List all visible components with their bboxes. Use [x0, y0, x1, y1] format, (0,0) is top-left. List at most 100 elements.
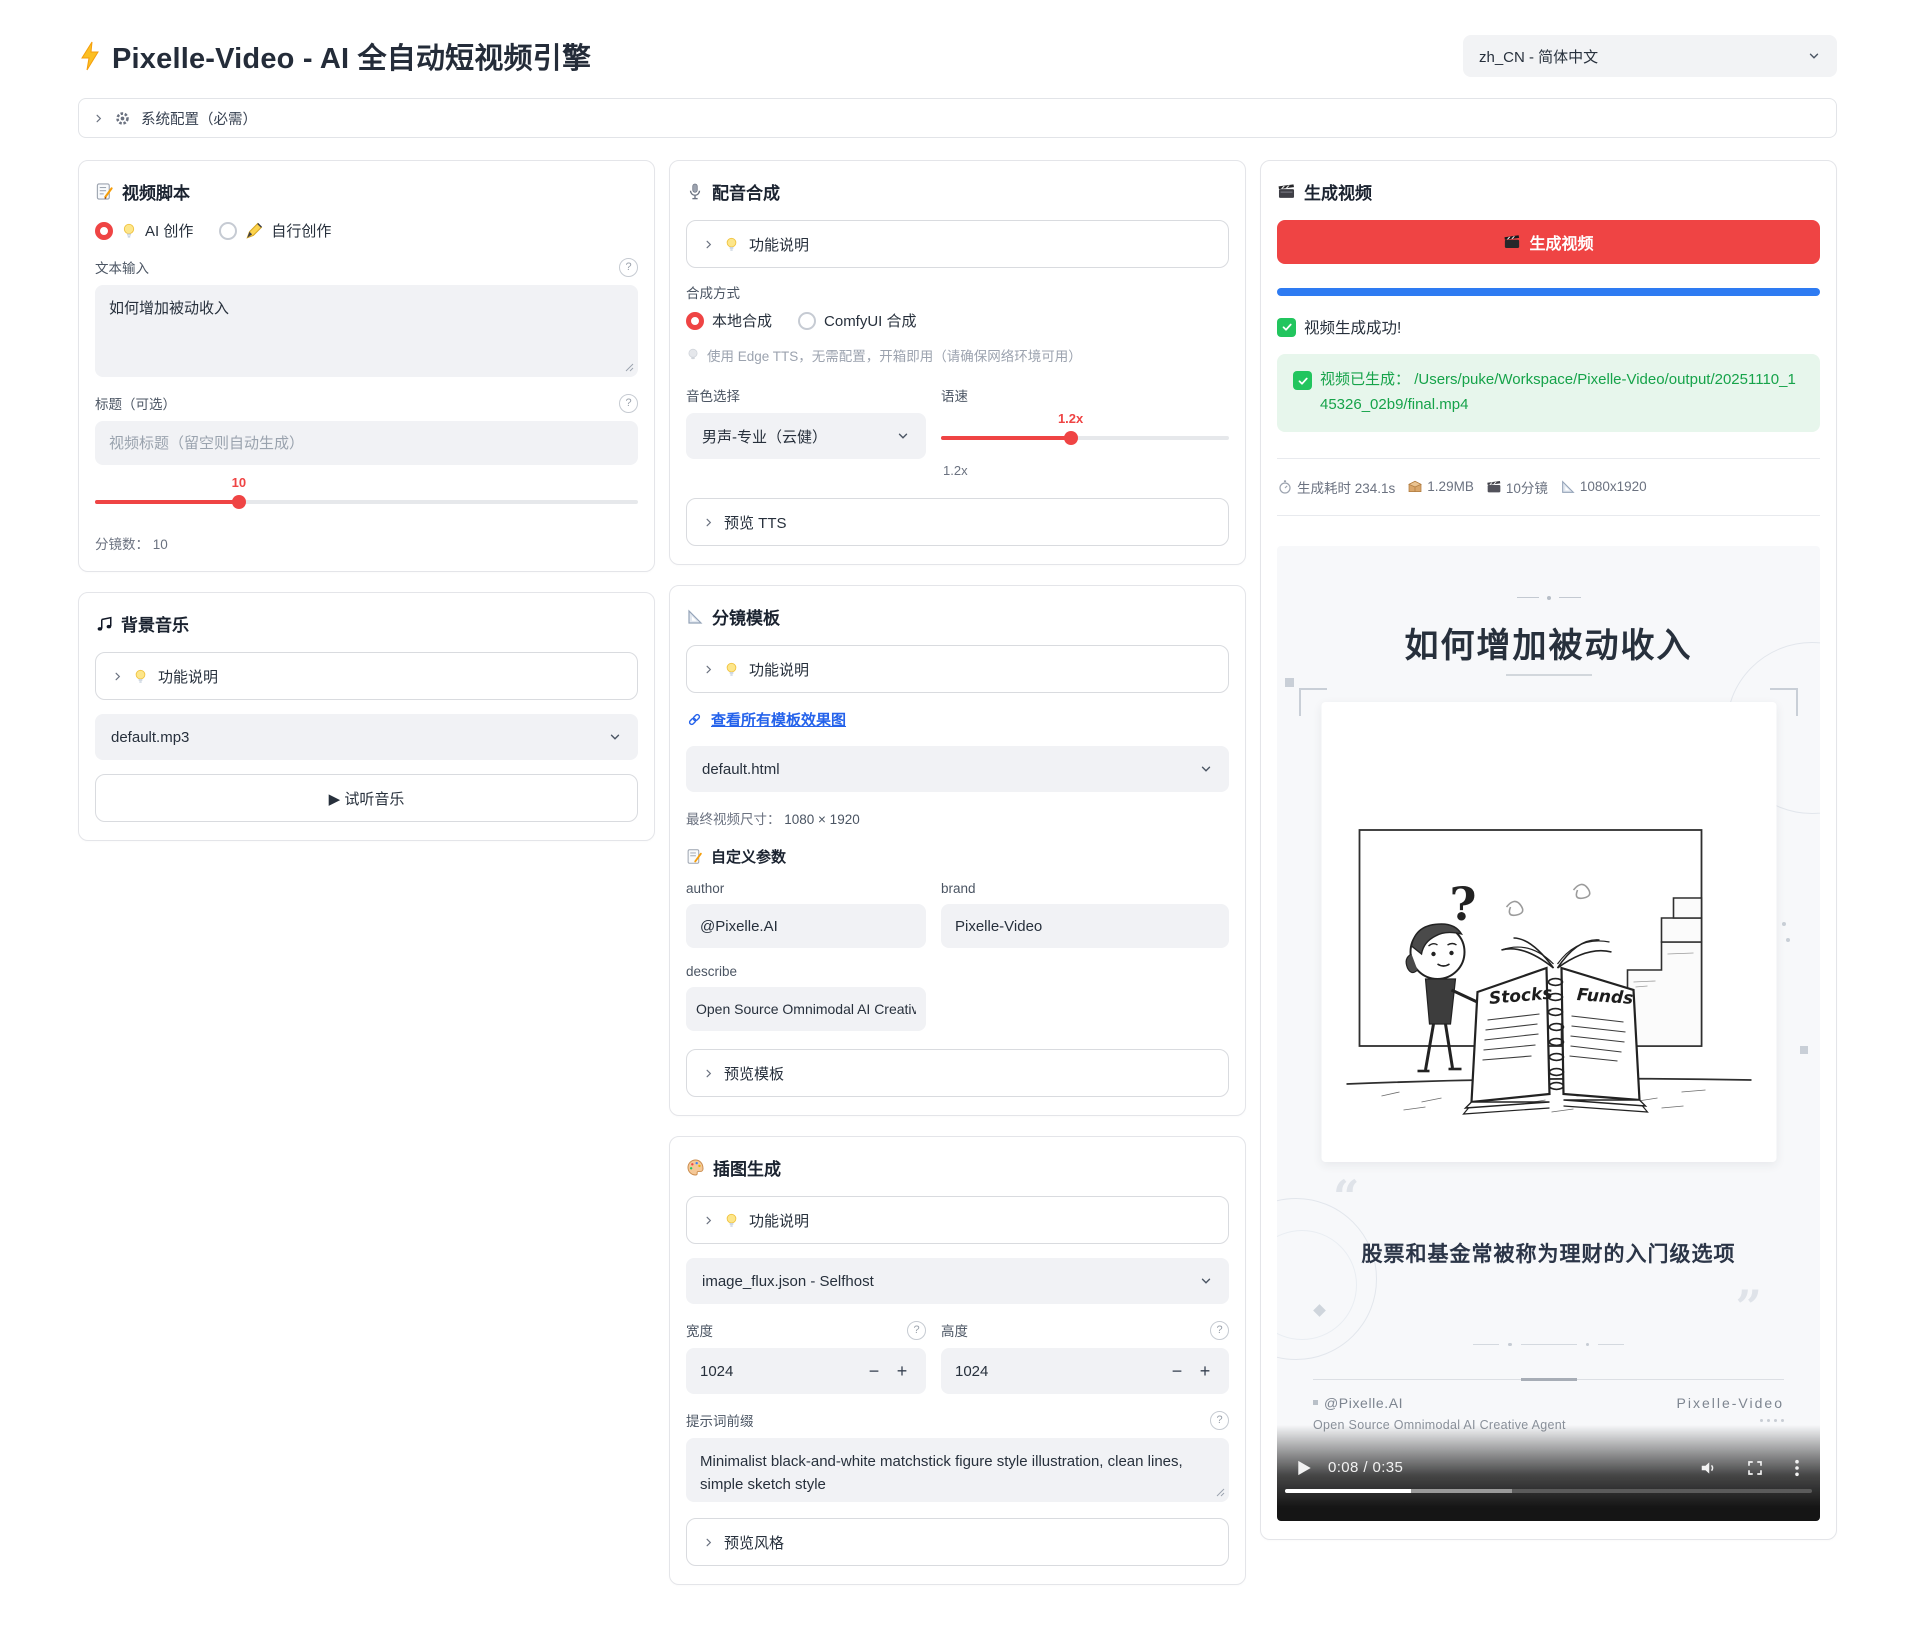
video-title-underline: [1506, 674, 1592, 676]
check-icon: [1293, 371, 1312, 390]
music-help-accordion[interactable]: 功能说明: [95, 652, 638, 700]
help-icon[interactable]: ?: [619, 394, 638, 413]
video-title-input[interactable]: [95, 421, 638, 465]
title-input-label-row: 标题（可选） ?: [95, 393, 638, 413]
height-stepper[interactable]: 1024 − +: [941, 1348, 1229, 1394]
generation-stats: 生成耗时 234.1s 1.29MB 10分镜 1080x1920: [1277, 477, 1820, 497]
resize-grip-icon[interactable]: [625, 363, 634, 372]
script-text-input[interactable]: 如何增加被动收入: [95, 285, 638, 377]
describe-input[interactable]: [686, 987, 926, 1031]
video-brand: Pixelle-Video: [1677, 1395, 1784, 1411]
brand-input[interactable]: [941, 904, 1229, 948]
dot-ornament: [1782, 922, 1786, 926]
template-preview-accordion[interactable]: 预览模板: [686, 1049, 1229, 1097]
increment-button[interactable]: +: [1191, 1361, 1219, 1382]
custom-params-title: 自定义参数: [686, 846, 1229, 867]
decrement-button[interactable]: −: [1163, 1361, 1191, 1382]
image-help-accordion[interactable]: 功能说明: [686, 1196, 1229, 1244]
app-title: Pixelle-Video - AI 全自动短视频引擎: [78, 35, 591, 77]
decrement-button[interactable]: −: [860, 1361, 888, 1382]
middle-column: 配音合成 功能说明 合成方式 本地合成 ComfyUI 合成: [669, 160, 1246, 1585]
video-player[interactable]: 如何增加被动收入: [1277, 546, 1820, 1521]
language-value: zh_CN - 简体中文: [1479, 46, 1598, 67]
chevron-right-icon: [703, 1068, 714, 1079]
template-gallery-link[interactable]: 查看所有模板效果图: [711, 709, 846, 730]
image-workflow-select[interactable]: image_flux.json - Selfhost: [686, 1258, 1229, 1304]
app-page: Pixelle-Video - AI 全自动短视频引擎 zh_CN - 简体中文…: [0, 0, 1915, 1585]
volume-icon[interactable]: [1699, 1459, 1718, 1477]
resize-grip-icon[interactable]: [1216, 1488, 1225, 1497]
generate-video-button[interactable]: 生成视频: [1277, 220, 1820, 264]
width-label: 宽度: [686, 1320, 713, 1340]
help-icon[interactable]: ?: [907, 1321, 926, 1340]
chevron-down-icon: [1807, 49, 1821, 63]
radio-unselected-icon[interactable]: [798, 312, 816, 330]
radio-unselected-icon[interactable]: [219, 222, 237, 240]
radio-comfyui-tts[interactable]: ComfyUI 合成: [798, 310, 917, 331]
slider-track[interactable]: [941, 436, 1229, 440]
palette-icon: [686, 1158, 705, 1177]
video-progress-bar[interactable]: [1285, 1489, 1812, 1493]
tts-panel: 配音合成 功能说明 合成方式 本地合成 ComfyUI 合成: [669, 160, 1246, 565]
dots-ornament: [1677, 1419, 1784, 1422]
memo-icon: [686, 848, 703, 865]
music-file-select[interactable]: default.mp3: [95, 714, 638, 760]
chevron-right-icon: [703, 517, 714, 528]
music-panel-title: 背景音乐: [95, 611, 638, 636]
tts-panel-title: 配音合成: [686, 179, 1229, 204]
bulb-icon: [724, 661, 739, 678]
language-selector[interactable]: zh_CN - 简体中文: [1463, 35, 1837, 77]
bulb-icon: [121, 222, 137, 240]
chevron-right-icon: [93, 113, 104, 124]
system-config-accordion[interactable]: 系统配置（必需）: [78, 98, 1837, 138]
increment-button[interactable]: +: [888, 1361, 916, 1382]
play-icon[interactable]: [1297, 1460, 1312, 1476]
text-input-label: 文本输入: [95, 257, 149, 277]
help-icon[interactable]: ?: [1210, 1321, 1229, 1340]
right-column: 生成视频 生成视频 视频生成成功! 视频已生成： /Users/puke/Wor…: [1260, 160, 1837, 1540]
svg-text:?: ?: [1449, 877, 1476, 931]
shot-count-slider[interactable]: 10: [95, 495, 638, 509]
image-panel: 插图生成 功能说明 image_flux.json - Selfhost 宽度?…: [669, 1136, 1246, 1585]
radio-self-create[interactable]: 自行创作: [219, 220, 331, 241]
more-options-icon[interactable]: [1794, 1459, 1800, 1477]
prompt-prefix-input[interactable]: Minimalist black-and-white matchstick fi…: [686, 1438, 1229, 1502]
speed-slider[interactable]: 1.2x: [941, 431, 1229, 445]
help-icon[interactable]: ?: [619, 258, 638, 277]
tts-preview-accordion[interactable]: 预览 TTS: [686, 498, 1229, 546]
speed-label: 语速: [941, 385, 968, 405]
slider-handle[interactable]: [232, 495, 246, 509]
video-size-text: 最终视频尺寸： 1080 × 1920: [686, 808, 1229, 828]
play-music-button[interactable]: ▶ 试听音乐: [95, 774, 638, 822]
voice-select[interactable]: 男声-专业（云健）: [686, 413, 926, 459]
gear-icon: [114, 110, 131, 127]
help-icon[interactable]: ?: [1210, 1411, 1229, 1430]
author-input[interactable]: [686, 904, 926, 948]
triangle-ruler-icon: [686, 608, 704, 626]
style-preview-accordion[interactable]: 预览风格: [686, 1518, 1229, 1566]
video-caption-text: 股票和基金常被称为理财的入门级选项: [1277, 1238, 1820, 1268]
radio-selected-icon[interactable]: [686, 312, 704, 330]
fullscreen-icon[interactable]: [1746, 1459, 1764, 1477]
system-config-label: 系统配置（必需）: [141, 108, 257, 129]
result-prefix: 视频已生成：: [1320, 371, 1410, 388]
slider-track[interactable]: [95, 500, 638, 504]
template-file-select[interactable]: default.html: [686, 746, 1229, 792]
check-icon: [1277, 318, 1296, 337]
radio-ai-create[interactable]: AI 创作: [95, 220, 193, 241]
video-footer-rule: [1313, 1379, 1784, 1380]
template-help-accordion[interactable]: 功能说明: [686, 645, 1229, 693]
clapperboard-icon: [1503, 233, 1521, 251]
slider-handle[interactable]: [1064, 431, 1078, 445]
clapperboard-icon: [1486, 479, 1502, 495]
video-title-text: 如何增加被动收入: [1277, 618, 1820, 667]
radio-local-tts[interactable]: 本地合成: [686, 310, 772, 331]
width-stepper[interactable]: 1024 − +: [686, 1348, 926, 1394]
tts-help-accordion[interactable]: 功能说明: [686, 220, 1229, 268]
title-input-label: 标题（可选）: [95, 393, 176, 413]
generate-panel-title: 生成视频: [1277, 179, 1820, 204]
radio-selected-icon[interactable]: [95, 222, 113, 240]
microphone-icon: [686, 182, 704, 201]
divider: [1277, 515, 1820, 516]
brand-label: brand: [941, 881, 976, 896]
